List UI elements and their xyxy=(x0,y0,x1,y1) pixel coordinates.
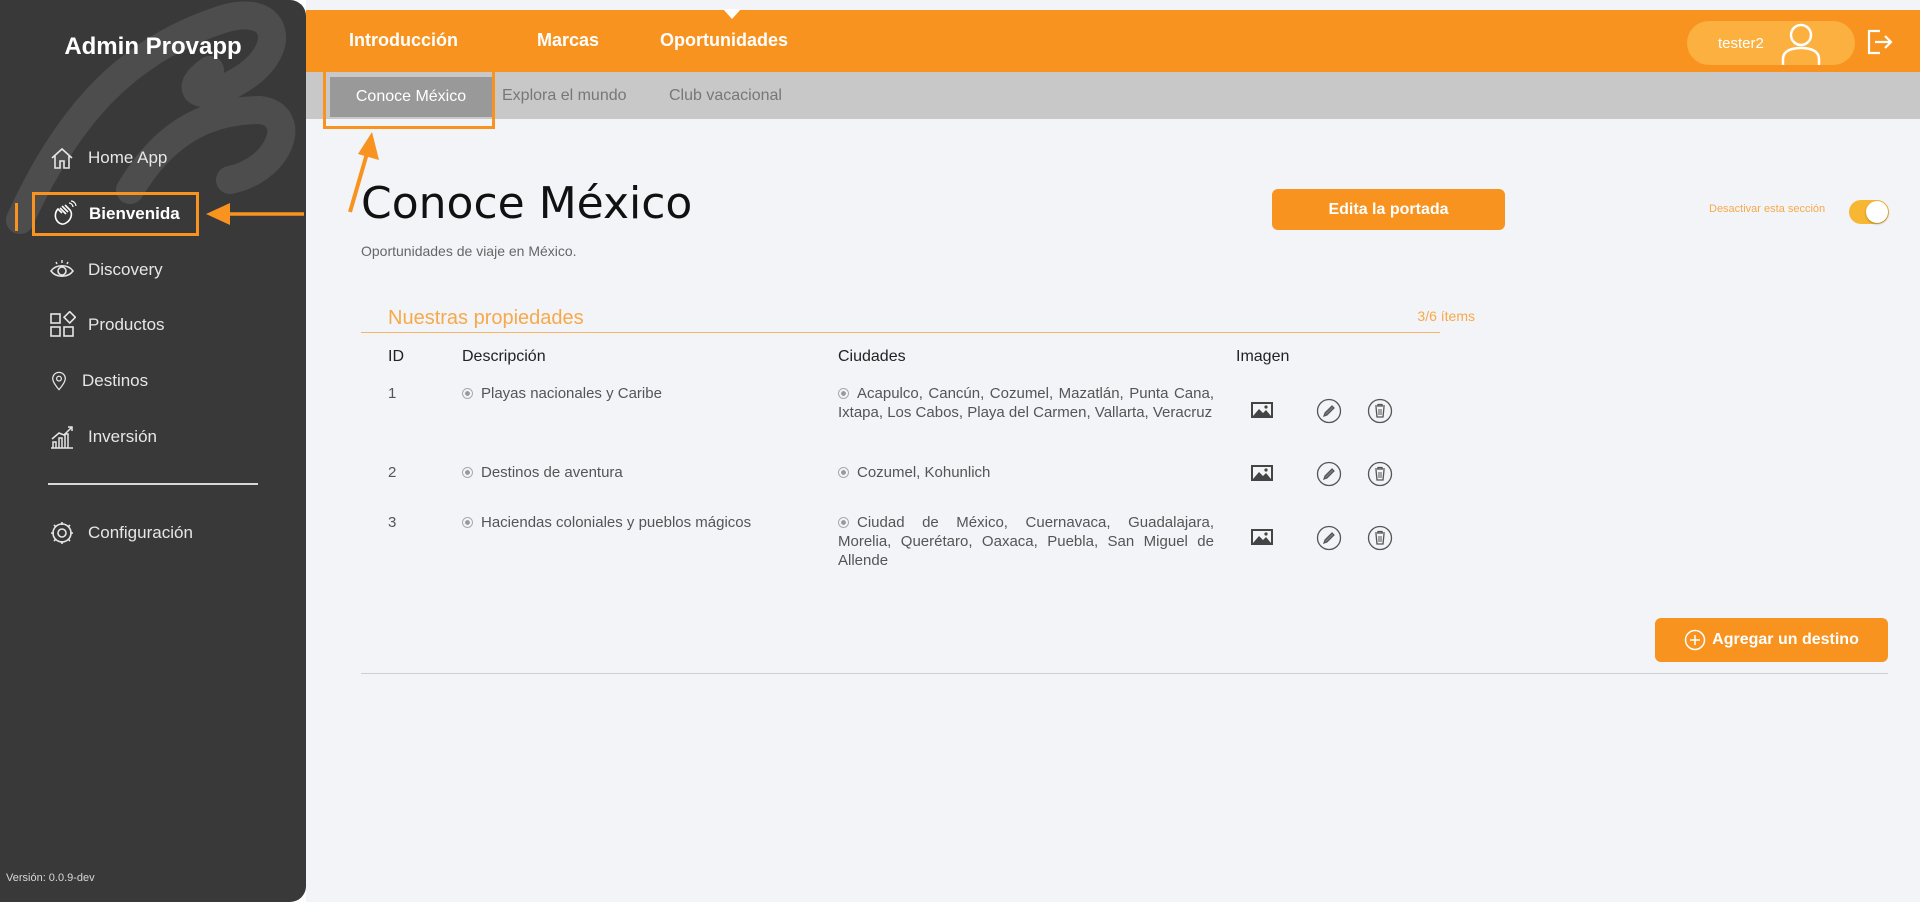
item-count: 3/6 ítems xyxy=(1417,308,1475,324)
row-description-text: Haciendas coloniales y pueblos mágicos xyxy=(481,514,752,531)
delete-trash-icon[interactable] xyxy=(1367,461,1393,487)
tab-marcas[interactable]: Marcas xyxy=(537,30,599,51)
toggle-label: Desactivar esta sección xyxy=(1709,203,1826,215)
grid-icon xyxy=(50,311,76,337)
delete-trash-icon[interactable] xyxy=(1367,398,1393,424)
sidebar-divider xyxy=(48,483,258,485)
plus-circle-icon xyxy=(1684,629,1706,651)
row-id: 2 xyxy=(388,464,397,481)
section-toggle[interactable] xyxy=(1849,200,1889,224)
app-version: Versión: 0.0.9-dev xyxy=(6,872,95,884)
subtab-explora-el-mundo[interactable]: Explora el mundo xyxy=(502,87,627,105)
sidebar-item-label: Home App xyxy=(88,148,168,167)
row-id: 1 xyxy=(388,385,397,402)
map-pin-icon xyxy=(52,371,66,391)
annotation-arrow-left-icon xyxy=(206,203,304,225)
bullet-icon xyxy=(462,517,473,528)
eye-icon xyxy=(50,260,74,278)
add-destination-button[interactable]: Agregar un destino xyxy=(1655,618,1888,662)
sidebar-item-label: Bienvenida xyxy=(89,204,180,223)
row-cities: Acapulco, Cancún, Cozumel, Mazatlán, Pun… xyxy=(838,384,1214,422)
column-header-id: ID xyxy=(388,348,404,365)
row-description: Playas nacionales y Caribe xyxy=(462,384,662,403)
edit-pencil-icon[interactable] xyxy=(1316,398,1342,424)
subtab-conoce-mexico[interactable]: Conoce México xyxy=(330,77,492,117)
active-indicator xyxy=(15,203,18,231)
main-content: Introducción Marcas Oportunidades tester… xyxy=(306,0,1920,902)
sidebar-item-label: Inversión xyxy=(88,427,157,446)
row-cities: Cozumel, Kohunlich xyxy=(838,463,1214,482)
sidebar-item-inversion[interactable]: Inversión xyxy=(48,417,157,457)
sidebar-item-configuracion[interactable]: Configuración xyxy=(48,513,193,553)
sub-navbar: Conoce México Explora el mundo Club vaca… xyxy=(306,72,1920,119)
sidebar-item-home-app[interactable]: Home App xyxy=(48,138,167,178)
gear-icon xyxy=(51,522,73,544)
row-cities-text: Cozumel, Kohunlich xyxy=(857,464,991,481)
tab-introduccion[interactable]: Introducción xyxy=(349,30,458,51)
bullet-icon xyxy=(462,388,473,399)
sidebar-item-label: Destinos xyxy=(82,371,149,390)
sidebar-item-destinos[interactable]: Destinos xyxy=(48,361,148,401)
user-menu[interactable]: tester2 xyxy=(1687,21,1855,65)
add-destination-label: Agregar un destino xyxy=(1712,631,1859,648)
section-divider xyxy=(361,332,1440,333)
home-icon xyxy=(51,147,73,169)
row-cities-text: Ciudad de México, Cuernavaca, Guadalajar… xyxy=(838,514,1214,569)
row-description: Destinos de aventura xyxy=(462,463,623,482)
sidebar-item-label: Productos xyxy=(88,315,165,334)
growth-chart-icon xyxy=(51,426,73,449)
bullet-icon xyxy=(462,467,473,478)
sidebar-item-productos[interactable]: Productos xyxy=(48,305,165,345)
column-header-image: Imagen xyxy=(1236,348,1290,365)
column-header-description: Descripción xyxy=(462,348,546,365)
waving-hand-icon xyxy=(54,200,77,225)
edit-pencil-icon[interactable] xyxy=(1316,461,1342,487)
sidebar-item-discovery[interactable]: Discovery xyxy=(48,250,163,290)
row-description-text: Playas nacionales y Caribe xyxy=(481,385,662,402)
row-description-text: Destinos de aventura xyxy=(481,464,623,481)
bullet-icon xyxy=(838,467,849,478)
row-description: Haciendas coloniales y pueblos mágicos xyxy=(462,513,751,532)
page-title: Conoce México xyxy=(361,178,693,229)
edit-cover-button[interactable]: Edita la portada xyxy=(1272,189,1505,230)
content-divider xyxy=(361,673,1888,674)
image-icon[interactable] xyxy=(1250,400,1274,420)
username: tester2 xyxy=(1718,35,1764,52)
row-cities: Ciudad de México, Cuernavaca, Guadalajar… xyxy=(838,513,1214,570)
delete-trash-icon[interactable] xyxy=(1367,525,1393,551)
user-avatar-icon xyxy=(1781,23,1821,65)
sidebar-item-label: Discovery xyxy=(88,260,163,279)
toggle-knob xyxy=(1866,201,1888,223)
logout-icon[interactable] xyxy=(1864,27,1894,57)
active-tab-notch xyxy=(723,9,741,19)
sidebar: Admin Provapp Home App Bienvenida Discov… xyxy=(0,0,306,902)
top-navbar: Introducción Marcas Oportunidades tester… xyxy=(306,9,1920,72)
subtab-club-vacacional[interactable]: Club vacacional xyxy=(669,87,782,105)
edit-pencil-icon[interactable] xyxy=(1316,525,1342,551)
image-icon[interactable] xyxy=(1250,527,1274,547)
bullet-icon xyxy=(838,517,849,528)
image-icon[interactable] xyxy=(1250,463,1274,483)
row-cities-text: Acapulco, Cancún, Cozumel, Mazatlán, Pun… xyxy=(838,385,1214,421)
column-header-cities: Ciudades xyxy=(838,348,906,365)
bullet-icon xyxy=(838,388,849,399)
sidebar-item-label: Configuración xyxy=(88,523,193,542)
section-title: Nuestras propiedades xyxy=(388,307,584,329)
app-brand: Admin Provapp xyxy=(64,33,242,60)
row-id: 3 xyxy=(388,514,397,531)
tab-oportunidades[interactable]: Oportunidades xyxy=(660,30,788,51)
sidebar-item-bienvenida[interactable]: Bienvenida xyxy=(32,192,199,236)
page-subtitle: Oportunidades de viaje en México. xyxy=(361,243,577,259)
